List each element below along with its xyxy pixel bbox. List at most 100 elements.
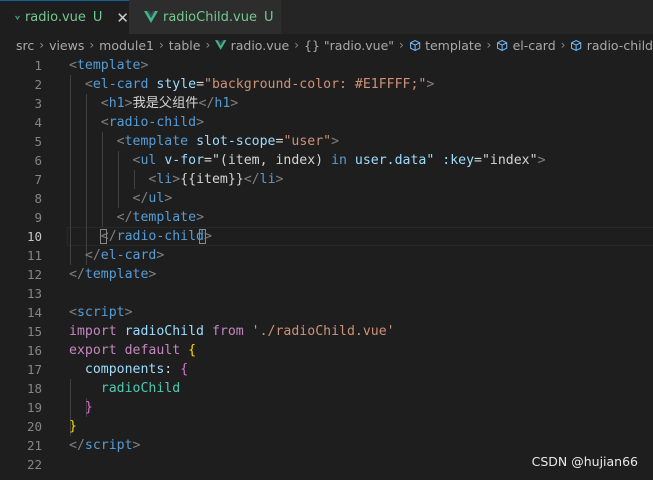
breadcrumb-item[interactable]: views [49, 38, 84, 53]
token-punct: </ [132, 191, 149, 206]
line-number: 8 [34, 191, 42, 206]
code-text: <ul v-for="(item, index) in user.data" :… [69, 151, 546, 170]
token-tag: ul [148, 191, 165, 206]
tab-filename: radioChild.vue [163, 9, 257, 25]
token-punct: < [84, 77, 93, 92]
token-identifier: radioChild [100, 381, 181, 396]
code-line: 2 <el-card style="background-color: #E1F… [0, 75, 653, 94]
token-tag: h1 [108, 96, 125, 111]
symbol-cube-icon [571, 39, 582, 51]
code-line: 14 <script> [0, 303, 653, 322]
code-line: 7 <li>{{item}}</li> [0, 170, 653, 189]
token-attr: v-for [164, 153, 205, 168]
line-number: 12 [26, 267, 42, 282]
token-tag: h1 [214, 96, 231, 111]
token-brace: { [180, 362, 189, 377]
code-text: </el-card> [69, 246, 164, 265]
token-attr: slot-scope [196, 134, 276, 149]
token-punct: </ [100, 229, 117, 244]
code-line: 15 import radioChild from './radioChild.… [0, 322, 653, 341]
token-punct: > [230, 96, 239, 111]
token-punct: < [100, 115, 109, 130]
code-text: } [69, 417, 77, 436]
token-tag: radio-child [108, 115, 197, 130]
line-number: 1 [34, 58, 42, 73]
token-punct: > [124, 96, 133, 111]
git-status-badge: U [263, 9, 274, 25]
token-punct: > [196, 115, 205, 130]
breadcrumb-item[interactable]: src [16, 38, 34, 53]
token-punct: < [100, 96, 109, 111]
token-tag: template [132, 210, 197, 225]
code-text: </script> [69, 436, 140, 455]
line-number: 18 [26, 381, 42, 396]
code-line: 4 <radio-child> [0, 113, 653, 132]
token-punct: > [204, 229, 212, 244]
breadcrumb-item[interactable]: {} "radio.vue" [304, 38, 394, 53]
line-number: 5 [34, 134, 42, 149]
code-text: <radio-child> [69, 113, 204, 132]
token-punct: </ [198, 96, 215, 111]
vue-logo-icon [144, 11, 158, 23]
breadcrumb-item[interactable]: el-card [513, 38, 556, 53]
tab-radiochild-vue[interactable]: radioChild.vue U [129, 0, 281, 34]
breadcrumb-item[interactable]: module1 [99, 38, 154, 53]
code-line: 21 </script> [0, 436, 653, 455]
tab-radio-vue[interactable]: radio.vue U ✕ [0, 0, 129, 34]
token-tag: template [76, 58, 141, 73]
token-op: = [196, 77, 205, 92]
code-line-current: 10 </radio-child> [0, 227, 653, 246]
token-mustache: {{item}} [180, 172, 244, 187]
code-text: </template> [69, 208, 204, 227]
code-line: 1 <template> [0, 56, 653, 75]
line-number: 2 [34, 77, 42, 92]
vue-logo-icon [215, 40, 227, 50]
token-tag: li [156, 172, 173, 187]
code-text: <el-card style="background-color: #E1FFF… [69, 75, 434, 94]
line-number: 10 [26, 229, 42, 244]
code-line: 8 </ul> [0, 189, 653, 208]
token-keyword: default [124, 343, 181, 358]
token-brace: } [69, 419, 77, 434]
breadcrumb-item[interactable]: radio-child [587, 38, 653, 53]
token-text: 我是父组件 [132, 96, 199, 111]
code-line: 9 </template> [0, 208, 653, 227]
chevron-right-icon: › [294, 38, 300, 52]
line-number: 14 [26, 305, 42, 320]
token-tag: script [76, 305, 125, 320]
line-number: 20 [26, 419, 42, 434]
close-icon[interactable]: ✕ [116, 9, 129, 27]
token-property: components [84, 362, 165, 377]
code-line: 12 </template> [0, 265, 653, 284]
token-punct: > [124, 305, 133, 320]
token-brace: } [84, 400, 93, 415]
line-number: 19 [26, 400, 42, 415]
code-text: <template> [69, 56, 148, 75]
token-punct: > [331, 134, 340, 149]
code-line: 19 } [0, 398, 653, 417]
breadcrumb-item[interactable]: template [425, 38, 481, 53]
token-tag: template [124, 134, 189, 149]
chevron-right-icon: › [486, 38, 492, 52]
breadcrumb-item[interactable]: table [169, 38, 201, 53]
code-editor[interactable]: 1 <template> 2 <el-card style="backgroun… [0, 56, 653, 480]
token-keyword: in [331, 153, 347, 168]
chevron-right-icon: › [89, 38, 95, 52]
line-number: 17 [26, 362, 42, 377]
breadcrumb-item[interactable]: radio.vue [231, 38, 290, 53]
code-text: components: { [69, 360, 188, 379]
code-text: <li>{{item}}</li> [69, 170, 283, 189]
token-punct: </ [69, 438, 85, 453]
token-punct: > [164, 191, 173, 206]
code-line: 17 components: { [0, 360, 653, 379]
code-text: <script> [69, 303, 133, 322]
token-op: : [164, 362, 173, 377]
token-tag: template [84, 267, 149, 282]
code-line: 11 </el-card> [0, 246, 653, 265]
token-punct: < [69, 58, 77, 73]
token-punct: < [116, 134, 125, 149]
chevron-right-icon: › [399, 38, 404, 52]
token-punct: > [132, 438, 141, 453]
line-number: 11 [26, 248, 42, 263]
token-tag: el-card [100, 248, 157, 263]
